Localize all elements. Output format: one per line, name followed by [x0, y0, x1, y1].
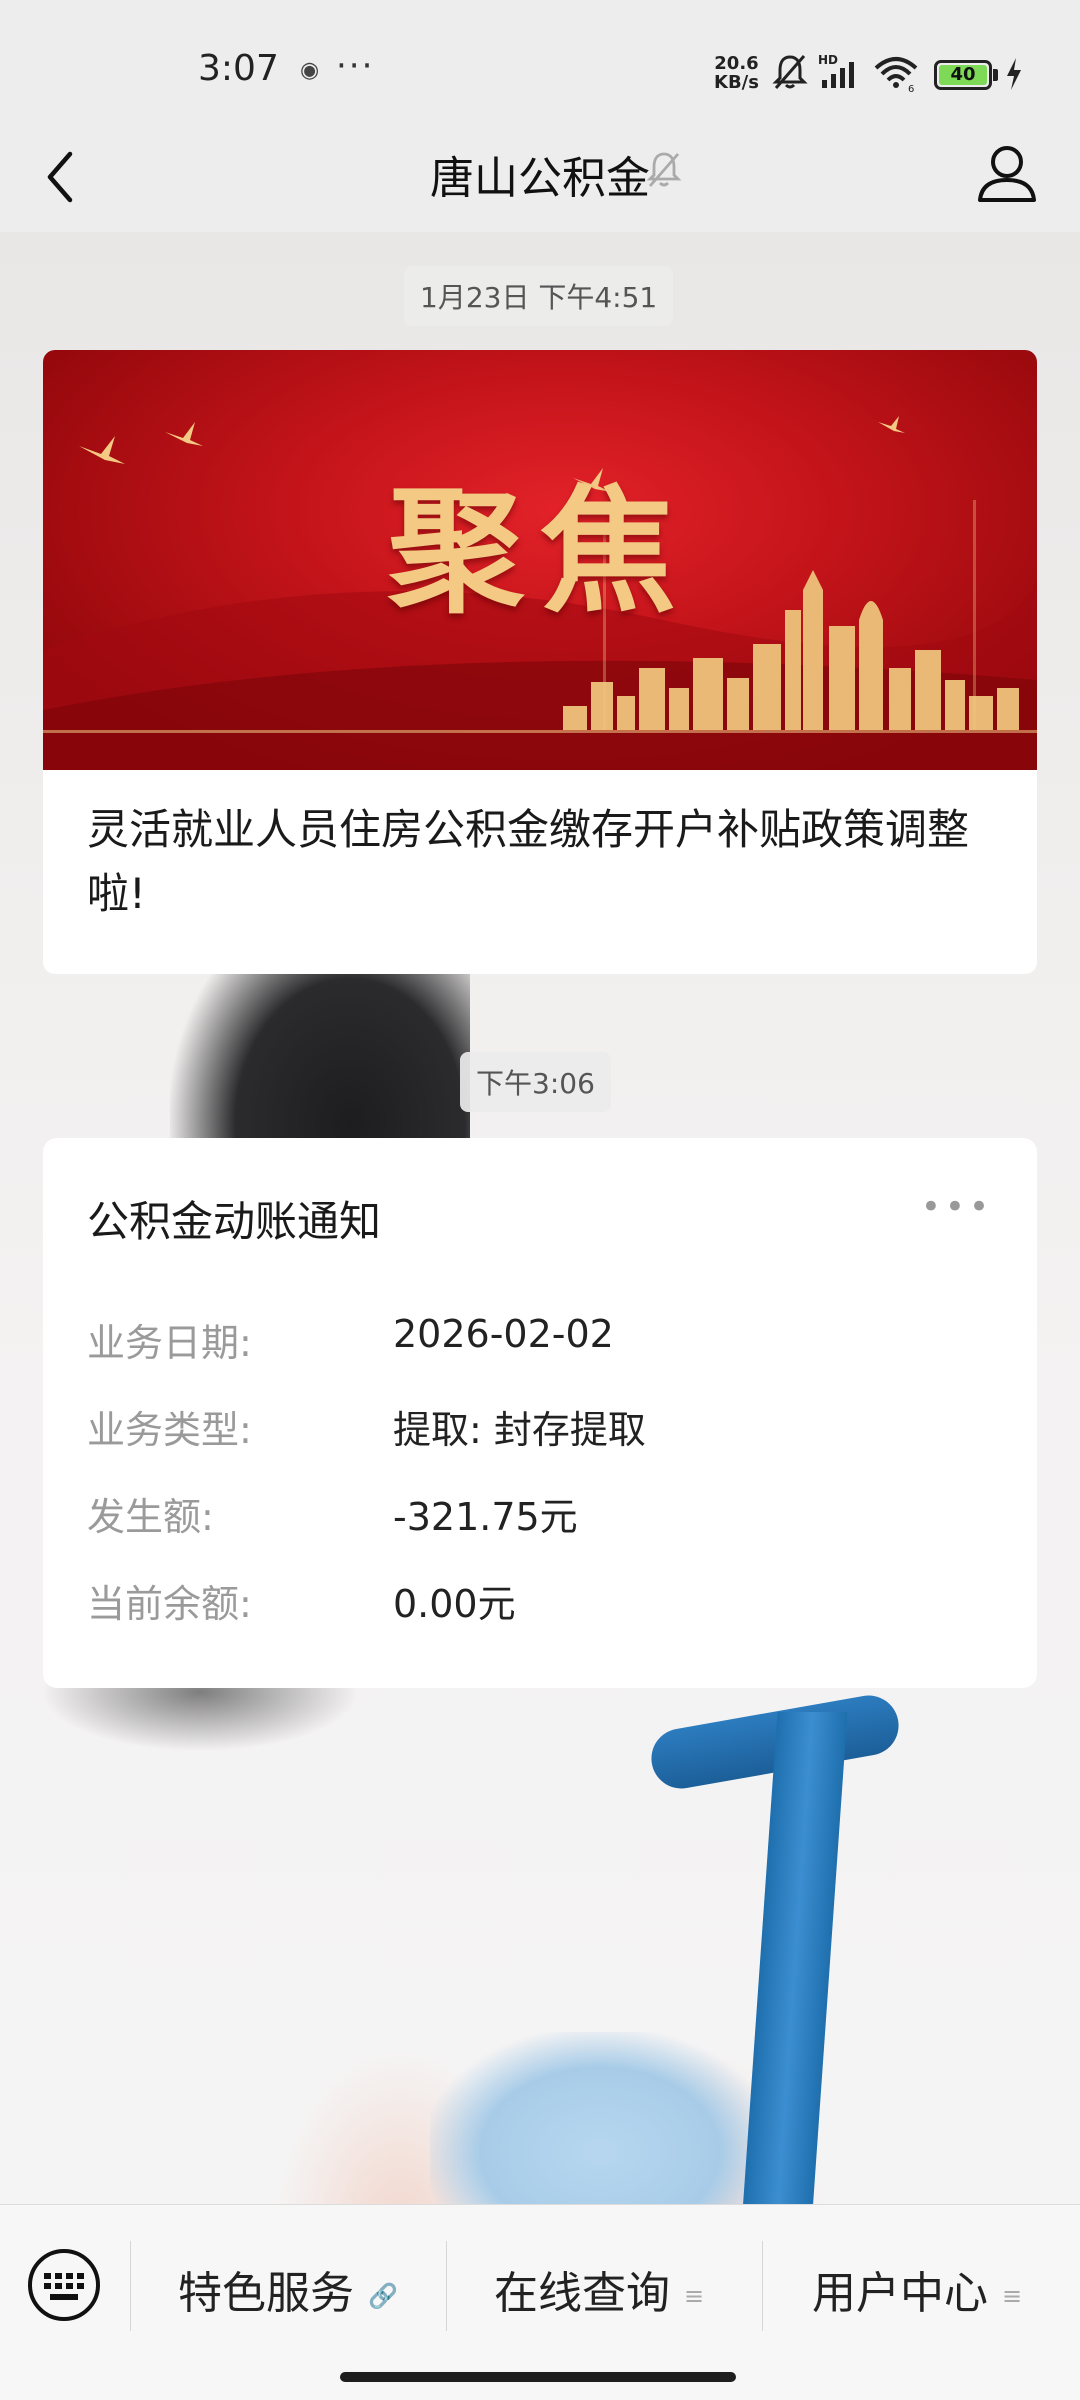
battery-tip	[993, 69, 998, 81]
page-title: 唐山公积金	[0, 142, 1080, 206]
menu-lines-icon: ≡	[1002, 2282, 1023, 2310]
menu-divider	[446, 2241, 447, 2331]
home-indicator[interactable]	[340, 2372, 736, 2382]
background-decoration	[430, 2032, 770, 2204]
menu-item-featured-services[interactable]: 特色服务 🔗	[178, 2257, 398, 2319]
message-timestamp: 下午3:06	[460, 1052, 611, 1112]
menu-item-label: 特色服务	[178, 2268, 354, 2319]
notice-label: 发生额:	[87, 1495, 214, 1539]
notice-label: 业务类型:	[87, 1408, 252, 1452]
menu-divider	[762, 2241, 763, 2331]
keyboard-icon[interactable]	[26, 2247, 102, 2323]
notification-dot-icon: ◉	[300, 58, 320, 83]
status-more: ···	[336, 46, 375, 86]
page-title-text: 唐山公积金	[430, 153, 650, 204]
user-profile-icon[interactable]	[972, 138, 1042, 208]
link-icon: 🔗	[368, 2282, 398, 2310]
battery-icon: 40	[934, 60, 992, 90]
notice-value: 2026-02-02	[393, 1312, 614, 1356]
network-speed: 20.6 KB/s	[714, 54, 759, 92]
notice-label: 业务日期:	[87, 1321, 252, 1365]
notice-value: 提取: 封存提取	[393, 1408, 646, 1452]
nav-bar: 唐山公积金	[0, 120, 1080, 232]
mute-bell-icon	[646, 152, 682, 187]
background-decoration	[742, 1712, 848, 2204]
status-time: 3:07	[198, 48, 279, 89]
chat-area[interactable]: 1月23日 下午4:51 聚焦 灵活就业人员住房公积金缴存开户补贴政策调整啦! …	[0, 232, 1080, 2204]
wifi-icon: 6	[874, 57, 918, 92]
mute-icon	[772, 55, 808, 89]
banner-title: 聚焦	[388, 472, 692, 632]
menu-divider	[130, 2241, 131, 2331]
article-title[interactable]: 灵活就业人员住房公积金缴存开户补贴政策调整啦!	[43, 770, 1037, 926]
svg-text:HD: HD	[818, 53, 838, 67]
network-speed-unit: KB/s	[714, 72, 759, 93]
menu-lines-icon: ≡	[684, 2282, 705, 2310]
article-banner: 聚焦	[43, 350, 1037, 770]
menu-item-label: 在线查询	[494, 2268, 670, 2319]
charging-icon	[1007, 58, 1021, 90]
account-change-notice-card[interactable]: 公积金动账通知 ••• 业务日期: 2026-02-02 业务类型: 提取: 封…	[43, 1138, 1037, 1688]
message-timestamp: 1月23日 下午4:51	[404, 266, 674, 326]
menu-item-online-query[interactable]: 在线查询 ≡	[494, 2257, 705, 2319]
notice-title: 公积金动账通知	[87, 1197, 382, 1246]
more-options-icon[interactable]: •••	[921, 1190, 993, 1224]
battery-level: 40	[939, 65, 987, 85]
bottom-menu-bar: 特色服务 🔗 在线查询 ≡ 用户中心 ≡	[0, 2204, 1080, 2400]
notice-value: -321.75元	[393, 1495, 578, 1539]
notice-value: 0.00元	[393, 1582, 516, 1626]
signal-icon: HD	[818, 53, 854, 88]
notice-label: 当前余额:	[87, 1582, 252, 1626]
menu-item-user-center[interactable]: 用户中心 ≡	[812, 2257, 1023, 2319]
network-speed-value: 20.6	[714, 53, 759, 74]
status-bar: 3:07 ◉ ··· 20.6 KB/s HD 6 40	[0, 0, 1080, 140]
svg-text:6: 6	[908, 84, 914, 92]
article-message-card[interactable]: 聚焦 灵活就业人员住房公积金缴存开户补贴政策调整啦!	[43, 350, 1037, 974]
menu-item-label: 用户中心	[812, 2268, 988, 2319]
